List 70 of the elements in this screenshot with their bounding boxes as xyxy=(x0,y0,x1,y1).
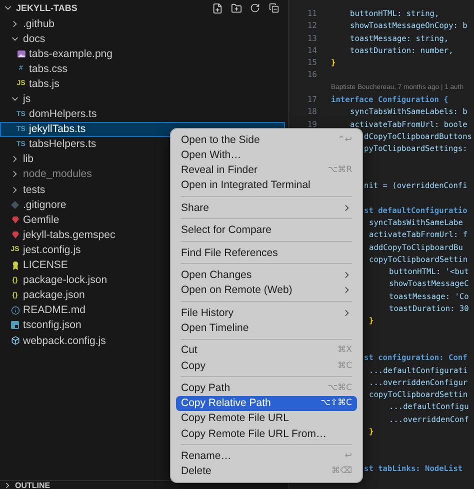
explorer-title: JEKYLL-TABS xyxy=(16,3,78,13)
file-name: jekyll-tabs.gemspec xyxy=(23,228,116,241)
file-name: domHelpers.ts xyxy=(29,108,97,120)
menu-item[interactable]: Open on Remote (Web) xyxy=(176,282,357,298)
menu-item[interactable]: Copy Remote File URL From… xyxy=(176,426,357,442)
file-name: webpack.config.js xyxy=(23,334,106,347)
file-name: tabs-example.png xyxy=(29,48,112,60)
tree-item[interactable]: tabs-example.png xyxy=(0,46,285,62)
menu-item[interactable]: Find File References xyxy=(176,244,357,260)
shortcut-label: ⌥⌘C xyxy=(328,383,352,393)
image-icon xyxy=(16,50,26,58)
diamond-icon xyxy=(11,200,19,209)
outline-title: OUTLINE xyxy=(15,481,50,489)
tree-item[interactable]: docs xyxy=(0,31,285,46)
folder-name: node_modules xyxy=(23,168,92,180)
menu-item[interactable]: Copy ⌘C xyxy=(176,358,357,374)
line-number: 11 xyxy=(307,8,317,18)
line-number: 15 xyxy=(307,58,317,68)
menu-item[interactable]: Copy Relative Path ⌥⇧⌘C xyxy=(176,396,357,411)
file-name: package-lock.json xyxy=(23,274,108,286)
folder-name: js xyxy=(23,93,31,106)
ribbon-icon xyxy=(12,260,18,270)
menu-item[interactable]: Open in Integrated Terminal xyxy=(176,178,357,193)
line-number: 19 xyxy=(307,120,317,129)
square-icon xyxy=(11,321,19,330)
menu-item[interactable]: File History xyxy=(176,305,357,320)
file-name: jekyllTabs.ts xyxy=(29,123,86,136)
file-name: Gemfile xyxy=(23,214,60,226)
shortcut-label: ⌘C xyxy=(338,360,352,371)
folder-name: tests xyxy=(23,184,46,196)
menu-item[interactable]: Cut ⌘X xyxy=(176,342,357,358)
line-number: 14 xyxy=(307,46,317,55)
line-number: 17 xyxy=(307,95,317,104)
menu-item[interactable]: Open Timeline xyxy=(176,320,357,336)
menu-item[interactable]: Reveal in Finder ⌥⌘R xyxy=(176,162,357,178)
cube-icon xyxy=(10,336,20,346)
menu-item[interactable]: Open Changes xyxy=(176,267,357,283)
file-name: tsconfig.json xyxy=(23,319,82,332)
file-name: .gitignore xyxy=(23,198,66,211)
shortcut-label: ⌘X xyxy=(338,345,352,356)
menu-item[interactable]: Copy Path ⌥⌘C xyxy=(176,380,357,396)
menu-item[interactable]: Share xyxy=(176,200,357,216)
chevron-right-icon[interactable] xyxy=(3,481,12,489)
menu-item[interactable]: Delete ⌘⌫ xyxy=(176,464,357,479)
shortcut-label: ⌥⌘R xyxy=(328,164,352,175)
shortcut-label: ⌘⌫ xyxy=(331,466,352,476)
folder-name: lib xyxy=(23,153,34,166)
line-number: 12 xyxy=(307,21,317,30)
tree-item[interactable]: .github xyxy=(0,16,285,32)
line-number: 16 xyxy=(307,70,317,80)
file-name: tabs.js xyxy=(29,78,60,90)
file-name: LICENSE xyxy=(23,259,68,272)
line-number: 18 xyxy=(307,107,317,116)
file-name: package.json xyxy=(23,289,85,302)
file-name: tabsHelpers.ts xyxy=(29,138,96,150)
file-name: tabs.css xyxy=(29,62,68,75)
file-name: README.md xyxy=(23,304,86,316)
file-name: jest.config.js xyxy=(23,244,81,256)
menu-item[interactable]: Rename… ↩ xyxy=(176,448,357,464)
line-number: 13 xyxy=(307,34,317,43)
tree-item[interactable]: js xyxy=(0,91,285,107)
shortcut-label: ⌃↩ xyxy=(338,134,352,145)
folder-name: .github xyxy=(23,18,55,30)
menu-item[interactable]: Copy Remote File URL xyxy=(176,410,357,426)
folder-name: docs xyxy=(23,32,46,45)
shortcut-label: ⌥⇧⌘C xyxy=(320,398,352,408)
menu-item[interactable]: Open With… xyxy=(176,147,357,162)
shortcut-label: ↩ xyxy=(344,451,352,462)
info-icon xyxy=(10,306,20,315)
menu-item[interactable]: Select for Compare xyxy=(176,222,357,238)
